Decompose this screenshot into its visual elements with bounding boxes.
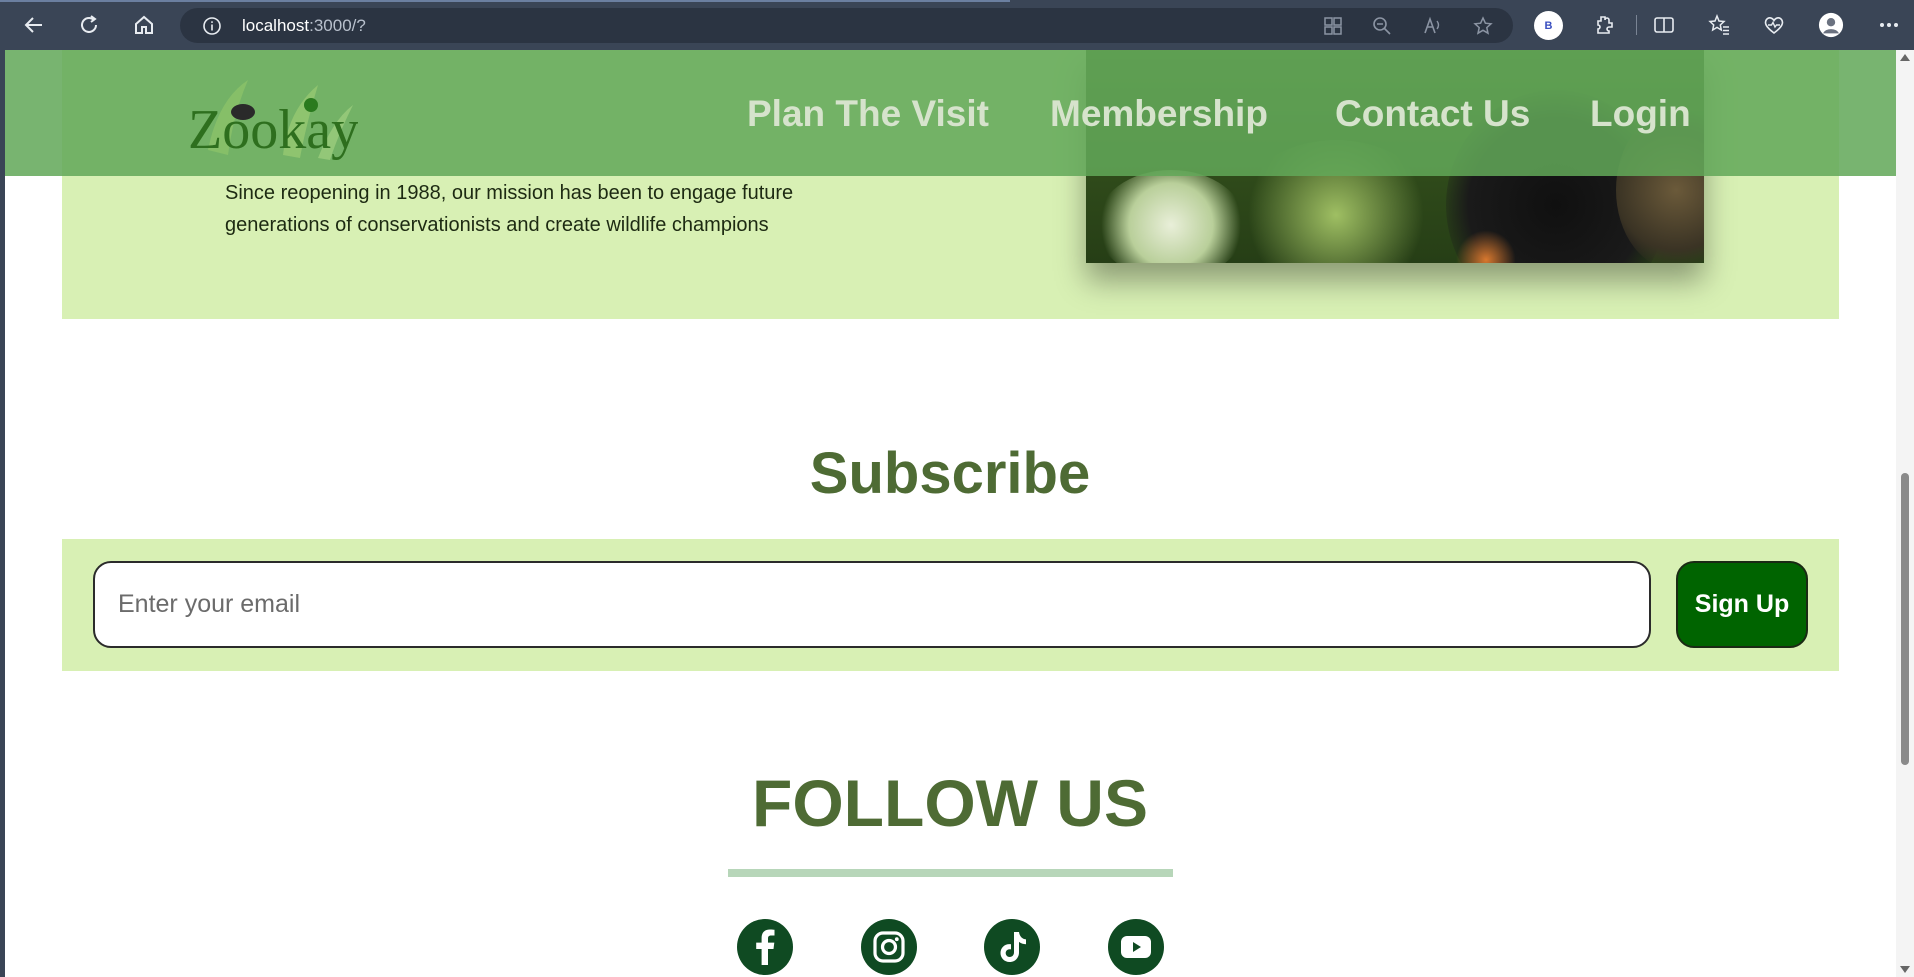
site-header: Zookay Plan The Visit Membership Contact…	[5, 50, 1896, 176]
nav-login[interactable]: Login	[1590, 93, 1691, 135]
profile-badge[interactable]: B	[1534, 11, 1563, 40]
tab-strip-edge	[0, 0, 1010, 2]
scroll-thumb[interactable]	[1901, 473, 1909, 765]
app-available-icon[interactable]	[1323, 16, 1343, 36]
page-viewport: Since reopening in 1988, our mission has…	[0, 50, 1914, 977]
youtube-icon[interactable]	[1108, 919, 1164, 975]
subscribe-form: Sign Up	[62, 539, 1839, 671]
nav-contact-us[interactable]: Contact Us	[1335, 93, 1530, 135]
about-mission-text: Since reopening in 1988, our mission has…	[225, 182, 794, 236]
instagram-icon[interactable]	[861, 919, 917, 975]
follow-us-divider	[728, 869, 1173, 877]
subscribe-heading: Subscribe	[809, 441, 1091, 506]
browser-toolbar: localhost:3000/? B	[0, 0, 1914, 50]
follow-us-heading: FOLLOW US	[752, 766, 1148, 840]
refresh-icon[interactable]	[74, 10, 104, 40]
zoom-icon[interactable]	[1372, 16, 1392, 36]
nav-membership[interactable]: Membership	[1050, 93, 1268, 135]
favorite-star-icon[interactable]	[1473, 16, 1493, 36]
facebook-icon[interactable]	[737, 919, 793, 975]
split-screen-icon[interactable]	[1651, 12, 1677, 38]
read-aloud-icon[interactable]	[1423, 16, 1443, 36]
extensions-icon[interactable]	[1591, 12, 1617, 38]
email-input[interactable]	[93, 561, 1651, 648]
more-options-icon[interactable]	[1876, 12, 1902, 38]
sign-up-button[interactable]: Sign Up	[1676, 561, 1808, 648]
url-text: localhost:3000/?	[242, 16, 366, 35]
scroll-up-arrow-icon[interactable]	[1900, 54, 1910, 61]
scroll-down-arrow-icon[interactable]	[1900, 966, 1910, 973]
tiktok-icon[interactable]	[984, 919, 1040, 975]
main-nav: Plan The Visit Membership Contact Us Log…	[5, 50, 1896, 176]
page-scrollbar[interactable]	[1896, 50, 1914, 977]
browser-essentials-icon[interactable]	[1761, 12, 1787, 38]
back-icon[interactable]	[19, 10, 49, 40]
home-icon[interactable]	[129, 10, 159, 40]
toolbar-divider	[1636, 15, 1637, 35]
address-bar[interactable]: localhost:3000/?	[180, 8, 1513, 43]
favorites-icon[interactable]	[1706, 12, 1732, 38]
nav-plan-the-visit[interactable]: Plan The Visit	[747, 93, 989, 135]
account-avatar-icon[interactable]	[1818, 12, 1844, 38]
site-info-icon[interactable]	[202, 16, 222, 36]
